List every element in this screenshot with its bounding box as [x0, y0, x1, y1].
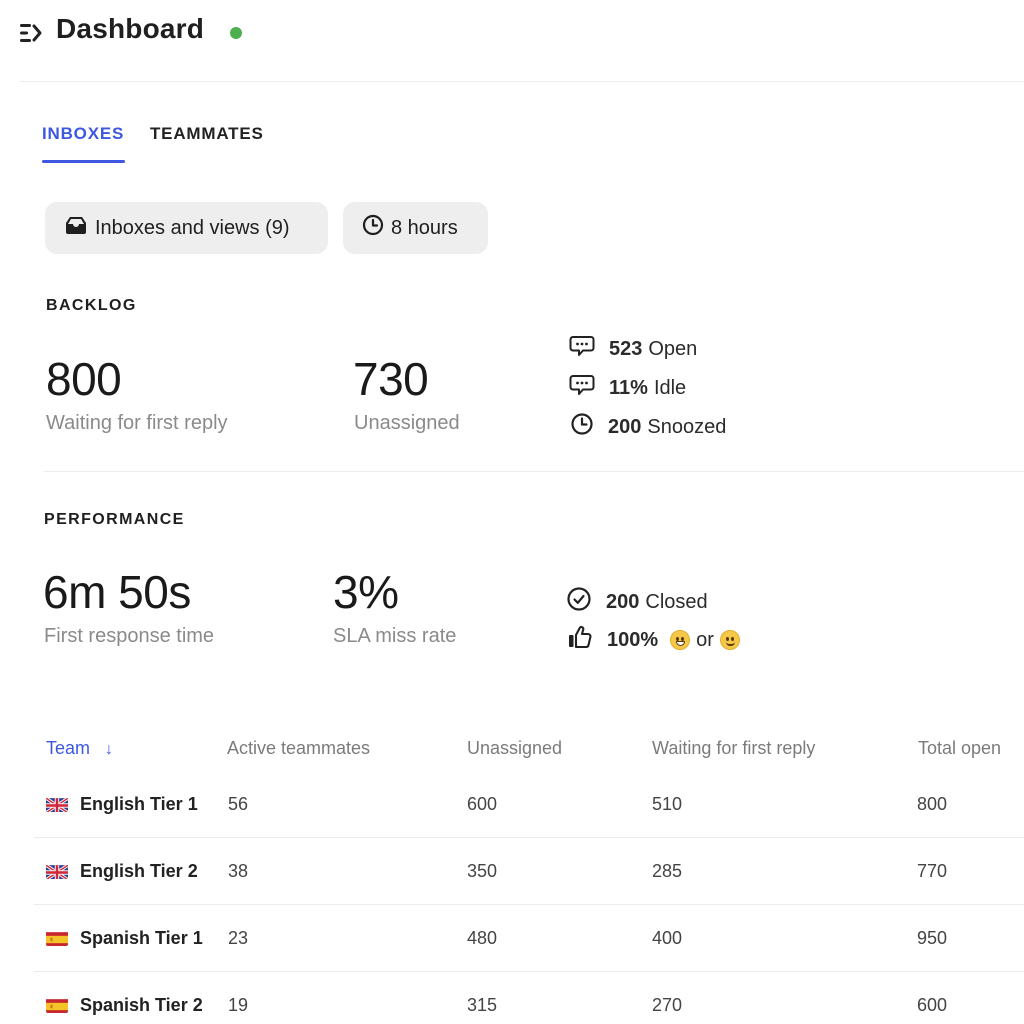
- uk-flag-icon: [46, 864, 68, 879]
- time-range-button[interactable]: 8 hours: [343, 202, 488, 254]
- smiling-face-emoji-icon: [719, 630, 740, 650]
- tab-inboxes[interactable]: INBOXES: [42, 124, 124, 144]
- snoozed-label: Snoozed: [647, 415, 727, 438]
- column-header-waiting-first-reply[interactable]: Waiting for first reply: [652, 738, 815, 759]
- collapse-menu-icon[interactable]: [19, 22, 45, 44]
- thumbs-up-icon: [567, 624, 607, 656]
- row-divider: [34, 971, 1024, 972]
- sla-miss-rate-label: SLA miss rate: [333, 625, 457, 647]
- page-title: Dashboard: [56, 13, 205, 44]
- first-response-time-label: First response time: [44, 625, 215, 647]
- sla-miss-rate-value: 3%: [333, 566, 399, 618]
- column-header-active-teammates[interactable]: Active teammates: [227, 738, 370, 759]
- page-header: Dashboard: [0, 0, 1024, 82]
- column-header-team-label: Team: [46, 738, 91, 758]
- column-header-team[interactable]: Team ↓: [46, 738, 113, 759]
- team-name: Spanish Tier 2: [80, 995, 203, 1015]
- spain-flag-icon: [46, 998, 68, 1013]
- unassigned-cell: 600: [467, 794, 498, 814]
- arrow-down-icon: ↓: [105, 741, 114, 758]
- team-cell[interactable]: English Tier 1: [46, 794, 198, 815]
- performance-heading: PERFORMANCE: [44, 511, 185, 528]
- waiting-first-reply-value: 800: [46, 353, 122, 405]
- open-label: Open: [648, 337, 698, 360]
- satisfaction-stat: 100% or: [567, 624, 746, 656]
- snoozed-value: 200: [608, 415, 642, 438]
- active-teammates-cell: 19: [228, 995, 249, 1015]
- inbox-icon: [63, 215, 95, 241]
- team-name: English Tier 2: [80, 861, 198, 881]
- active-teammates-cell: 38: [228, 861, 249, 881]
- closed-value: 200: [606, 590, 640, 613]
- waiting-first-reply-label: Waiting for first reply: [46, 412, 228, 434]
- team-cell[interactable]: Spanish Tier 2: [46, 995, 203, 1016]
- unassigned-cell: 350: [467, 861, 498, 881]
- clock-icon: [361, 213, 391, 243]
- open-stat: 523 Open: [569, 334, 697, 364]
- idle-label: Idle: [653, 376, 687, 399]
- waiting-first-reply-cell: 400: [652, 928, 683, 948]
- satisfaction-value: 100%: [607, 628, 659, 651]
- total-open-cell: 800: [917, 794, 948, 814]
- team-cell[interactable]: English Tier 2: [46, 861, 198, 882]
- time-range-label: 8 hours: [391, 216, 458, 239]
- backlog-heading: BACKLOG: [46, 297, 137, 314]
- total-open-cell: 950: [917, 928, 948, 948]
- team-name: English Tier 1: [80, 794, 198, 814]
- active-tab-indicator: [42, 160, 125, 163]
- clock-icon: [570, 412, 608, 442]
- snoozed-stat: 200 Snoozed: [570, 412, 726, 442]
- row-divider: [34, 904, 1024, 905]
- first-response-time-value: 6m 50s: [43, 566, 191, 618]
- header-divider: [20, 81, 1024, 82]
- inboxes-filter-label: Inboxes and views (9): [95, 216, 290, 239]
- open-value: 523: [609, 337, 643, 360]
- team-cell[interactable]: Spanish Tier 1: [46, 928, 203, 949]
- waiting-first-reply-cell: 270: [652, 995, 683, 1015]
- tab-teammates[interactable]: TEAMMATES: [150, 124, 264, 144]
- closed-stat: 200 Closed: [566, 586, 708, 618]
- column-header-unassigned[interactable]: Unassigned: [467, 738, 562, 759]
- active-teammates-cell: 23: [228, 928, 249, 948]
- status-indicator: [230, 27, 242, 39]
- waiting-first-reply-cell: 285: [652, 861, 683, 881]
- active-teammates-cell: 56: [228, 794, 249, 814]
- satisfaction-or-label: or: [696, 628, 714, 651]
- uk-flag-icon: [46, 797, 68, 812]
- unassigned-cell: 315: [467, 995, 498, 1015]
- spain-flag-icon: [46, 931, 68, 946]
- unassigned-label: Unassigned: [354, 412, 460, 434]
- chat-bubble-icon: [569, 373, 609, 403]
- section-divider: [44, 471, 1024, 472]
- team-name: Spanish Tier 1: [80, 928, 203, 948]
- check-circle-icon: [566, 586, 606, 618]
- idle-stat: 11% Idle: [569, 373, 686, 403]
- waiting-first-reply-cell: 510: [652, 794, 683, 814]
- row-divider: [34, 837, 1024, 838]
- inboxes-filter-button[interactable]: Inboxes and views (9): [45, 202, 328, 254]
- closed-label: Closed: [645, 590, 708, 613]
- total-open-cell: 770: [917, 861, 948, 881]
- total-open-cell: 600: [917, 995, 948, 1015]
- column-header-total-open[interactable]: Total open: [918, 738, 1001, 759]
- idle-value: 11%: [609, 376, 648, 399]
- grinning-face-emoji-icon: [670, 630, 691, 650]
- unassigned-cell: 480: [467, 928, 498, 948]
- chat-bubble-icon: [569, 334, 609, 364]
- unassigned-value: 730: [353, 353, 429, 405]
